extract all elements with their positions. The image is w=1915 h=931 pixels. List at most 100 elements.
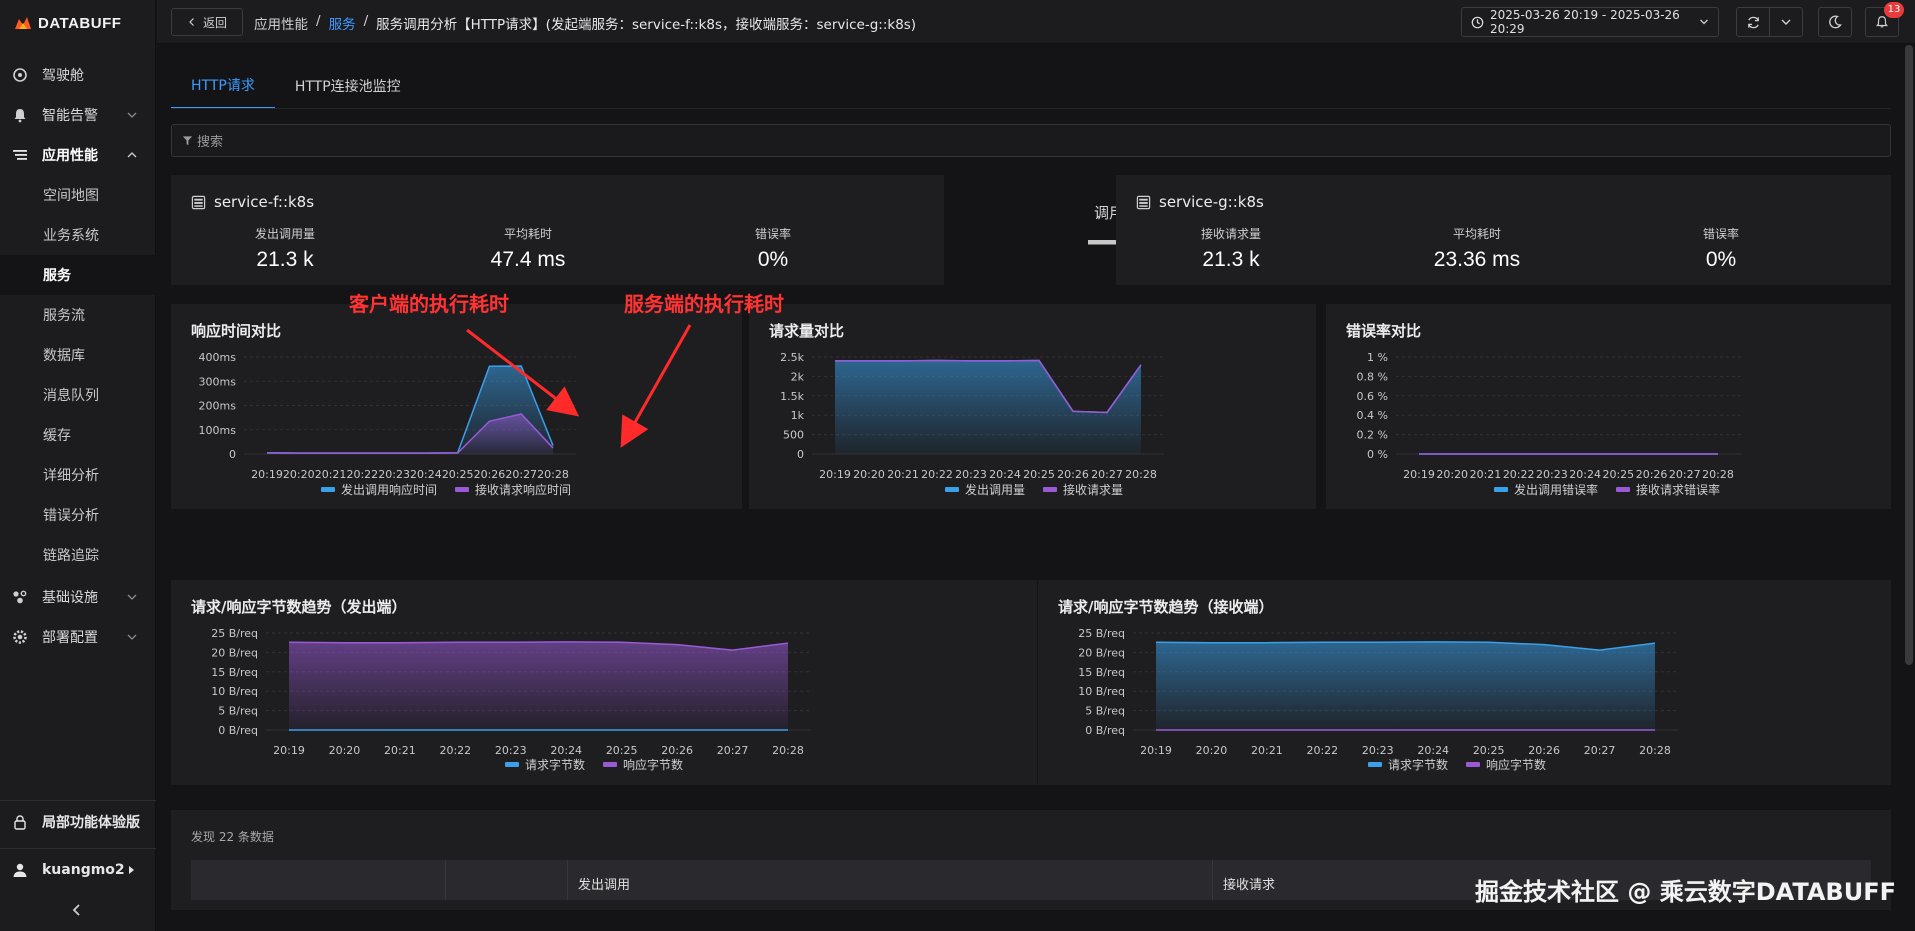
x-tick-label: 20:28	[1702, 468, 1734, 481]
time-range-picker[interactable]: 2025-03-26 20:19 - 2025-03-26 20:29	[1461, 7, 1719, 37]
x-tick-label: 20:24	[989, 468, 1021, 481]
metric-value: 0%	[757, 248, 789, 271]
y-tick-label: 15 B/req	[211, 666, 258, 679]
refresh-button[interactable]	[1736, 7, 1770, 37]
chevron-down-icon	[1700, 19, 1708, 25]
caller-service-header[interactable]: service-f::k8s	[191, 193, 314, 211]
legend-label: 请求字节数	[525, 758, 586, 772]
bytes-callee-chart[interactable]: 0 B/req 5 B/req 10 B/req 15 B/req 20 B/req 25…	[1038, 580, 1891, 785]
legend-swatch	[1368, 762, 1382, 767]
sidebar-subitem-trace[interactable]: 链路追踪	[0, 535, 156, 575]
legend-item[interactable]: 响应字节数	[603, 756, 683, 773]
databuff-logo-icon	[15, 17, 31, 29]
sidebar-subitem-message-queue[interactable]: 消息队列	[0, 375, 156, 415]
tab-bar: HTTP请求 HTTP连接池监控	[171, 63, 421, 109]
refresh-icon	[1747, 16, 1759, 28]
series-area-0	[835, 360, 1141, 454]
sidebar-subitem-database[interactable]: 数据库	[0, 335, 156, 375]
trial-version-entry[interactable]: 局部功能体验版	[0, 800, 156, 842]
y-tick-label: 5 B/req	[1085, 705, 1125, 718]
vertical-scrollbar[interactable]	[1905, 45, 1913, 665]
legend-item[interactable]: 接收请求错误率	[1616, 481, 1720, 498]
y-tick-label: 0.8 %	[1357, 370, 1388, 383]
chart-legend: 发出调用量 接收请求量	[945, 481, 1123, 498]
tab-http-requests[interactable]: HTTP请求	[171, 63, 275, 109]
breadcrumb-root[interactable]: 应用性能	[254, 13, 308, 33]
y-tick-label: 500	[783, 429, 804, 442]
callee-metric-error-rate: 错误率 0%	[1621, 225, 1821, 272]
x-tick-label: 20:25	[1602, 468, 1634, 481]
legend-label: 响应字节数	[623, 758, 684, 772]
sidebar-subitem-business-system[interactable]: 业务系统	[0, 215, 156, 255]
chart-legend: 请求字节数 响应字节数	[1368, 756, 1546, 773]
sidebar-item-label: 驾驶舱	[42, 68, 84, 84]
watermark: 掘金技术社区 @ 乘云数字DATABUFF	[1475, 878, 1896, 906]
x-tick-label: 20:21	[887, 468, 919, 481]
sidebar-subitem-error-analysis[interactable]: 错误分析	[0, 495, 156, 535]
infra-icon	[12, 589, 28, 605]
legend-item[interactable]: 响应字节数	[1466, 756, 1546, 773]
gear-icon	[12, 629, 28, 645]
column-divider	[445, 860, 446, 900]
bytes-caller-chart[interactable]: 0 B/req 5 B/req 10 B/req 15 B/req 20 B/req 25…	[171, 580, 1037, 785]
sidebar-item-apm[interactable]: 应用性能	[0, 135, 156, 175]
theme-toggle-button[interactable]	[1818, 7, 1852, 37]
x-tick-label: 20:23	[955, 468, 987, 481]
x-tick-label: 20:20	[1436, 468, 1468, 481]
sidebar-bottom: 局部功能体验版 kuangmo2	[0, 800, 156, 890]
latency-chart[interactable]: 0100ms200ms300ms400ms20:19 20:20 20:21 20:2…	[171, 304, 742, 509]
sidebar-subitem-detail-analysis[interactable]: 详细分析	[0, 455, 156, 495]
collapse-sidebar-icon[interactable]	[67, 900, 87, 920]
legend-item[interactable]: 发出调用错误率	[1494, 481, 1598, 498]
legend-label: 发出调用响应时间	[341, 483, 438, 497]
bell-icon	[12, 107, 28, 123]
y-tick-label: 0	[229, 448, 236, 461]
x-tick-label: 20:28	[1125, 468, 1157, 481]
callee-summary-panel: service-g::k8s 接收请求量 21.3 k 平均耗时 23.36 m…	[1116, 175, 1891, 285]
back-button[interactable]: 返回	[171, 8, 243, 36]
sidebar-item-label: 部署配置	[42, 630, 98, 646]
x-tick-label: 20:26	[1636, 468, 1668, 481]
x-tick-label: 20:21	[1470, 468, 1502, 481]
sidebar-item-deploy-config[interactable]: 部署配置	[0, 617, 156, 657]
legend-swatch	[1616, 487, 1631, 492]
notification-button[interactable]: 13	[1865, 2, 1904, 37]
sidebar-subitem-space-map[interactable]: 空间地图	[0, 175, 156, 215]
column-divider	[567, 860, 568, 900]
breadcrumb-separator: /	[316, 13, 321, 29]
legend-item[interactable]: 发出调用量	[945, 481, 1025, 498]
legend-item[interactable]: 请求字节数	[1368, 756, 1448, 773]
sidebar-subitem-cache[interactable]: 缓存	[0, 415, 156, 455]
chevron-down-icon	[127, 112, 137, 118]
tab-http-pool-monitor[interactable]: HTTP连接池监控	[275, 63, 421, 109]
caller-metric-calls: 发出调用量 21.3 k	[185, 225, 385, 272]
sidebar-item-infrastructure[interactable]: 基础设施	[0, 577, 156, 617]
legend-item[interactable]: 接收请求量	[1043, 481, 1123, 498]
logo[interactable]: DATABUFF	[14, 12, 121, 34]
series-area-1	[267, 413, 553, 454]
caller-summary-panel: service-f::k8s 发出调用量 21.3 k 平均耗时 47.4 ms…	[171, 175, 944, 285]
metric-value: 21.3 k	[1202, 248, 1260, 271]
x-tick-label: 20:28	[537, 468, 569, 481]
metric-label: 错误率	[754, 227, 791, 241]
legend-item[interactable]: 发出调用响应时间	[321, 481, 437, 498]
main-content: HTTP请求 HTTP连接池监控 搜索 service-f::k8s 发出调用量…	[157, 45, 1915, 931]
sidebar-item-cockpit[interactable]: 驾驶舱	[0, 55, 156, 95]
app-root: DATABUFF 驾驶舱 智能告警 应用性能 空间地图 业务系统 服务 服务流 …	[0, 0, 1915, 931]
user-menu[interactable]: kuangmo2	[0, 848, 156, 890]
y-tick-label: 1.5k	[780, 390, 804, 403]
sidebar-subitem-service-flow[interactable]: 服务流	[0, 295, 156, 335]
y-tick-label: 400ms	[199, 351, 237, 364]
legend-item[interactable]: 请求字节数	[505, 756, 585, 773]
search-input[interactable]: 搜索	[171, 124, 1891, 157]
sidebar-subitem-service[interactable]: 服务	[0, 255, 156, 295]
breadcrumb-link-service[interactable]: 服务	[329, 13, 356, 33]
request-volume-chart[interactable]: 05001k1.5k2k2.5k20:19 20:20 20:21 20:22 20:2…	[749, 304, 1316, 509]
callee-service-header[interactable]: service-g::k8s	[1136, 193, 1264, 211]
error-rate-chart[interactable]: 0 %0.2 %0.4 %0.6 %0.8 %1 %20:19 20:20 20:2…	[1326, 304, 1891, 509]
sidebar-item-alerts[interactable]: 智能告警	[0, 95, 156, 135]
chevron-up-icon	[127, 152, 137, 158]
refresh-interval-dropdown[interactable]	[1769, 7, 1803, 37]
metric-label: 发出调用量	[254, 227, 315, 241]
legend-item[interactable]: 接收请求响应时间	[455, 481, 571, 498]
